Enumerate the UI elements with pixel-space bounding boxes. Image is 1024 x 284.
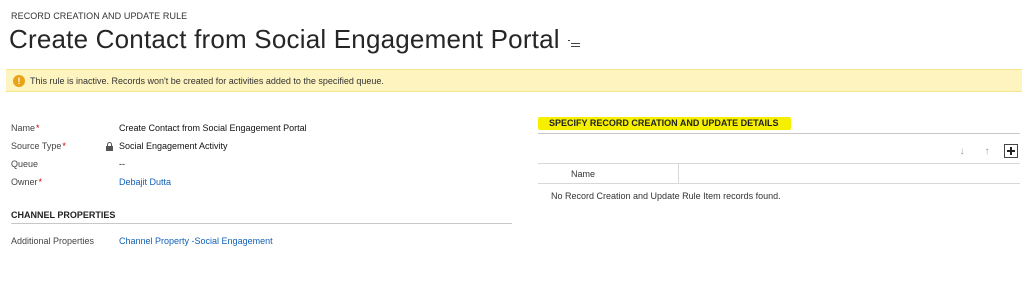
title-row: Create Contact from Social Engagement Po…: [9, 24, 580, 55]
field-owner: Owner* Debajit Dutta: [11, 177, 171, 187]
grid-column-name[interactable]: Name: [571, 169, 595, 179]
lock-icon: [106, 141, 113, 151]
record-menu-icon[interactable]: [567, 39, 580, 49]
field-label-queue: Queue: [11, 159, 39, 169]
field-additional-properties: Additional Properties Channel Property -…: [11, 236, 273, 246]
details-heading: SPECIFY RECORD CREATION AND UPDATE DETAI…: [538, 117, 791, 130]
required-marker: *: [36, 123, 40, 133]
owner-link[interactable]: Debajit Dutta: [119, 177, 171, 187]
add-record-button[interactable]: [1004, 144, 1018, 158]
details-section-header: SPECIFY RECORD CREATION AND UPDATE DETAI…: [538, 117, 1020, 134]
required-marker: *: [62, 141, 66, 151]
required-marker: *: [38, 177, 43, 187]
field-queue: Queue --: [11, 159, 125, 169]
field-label-additional-properties: Additional Properties: [11, 236, 95, 246]
name-value[interactable]: Create Contact from Social Engagement Po…: [119, 123, 307, 133]
grid-header: Name: [538, 163, 1020, 184]
additional-properties-link[interactable]: Channel Property -Social Engagement: [119, 236, 273, 246]
column-divider: [678, 164, 679, 183]
source-type-value: Social Engagement Activity: [119, 141, 228, 151]
warning-icon: !: [13, 74, 25, 87]
move-up-icon[interactable]: ↑: [982, 147, 992, 157]
move-down-icon[interactable]: ↓: [957, 147, 967, 157]
field-label-owner: Owner*: [11, 177, 43, 187]
queue-value[interactable]: --: [119, 159, 125, 169]
channel-properties-heading: CHANNEL PROPERTIES: [11, 210, 512, 224]
field-source-type: Source Type* Social Engagement Activity: [11, 141, 228, 151]
notification-bar: ! This rule is inactive. Records won't b…: [6, 69, 1022, 92]
grid-empty-message: No Record Creation and Update Rule Item …: [551, 191, 781, 201]
page-title: Create Contact from Social Engagement Po…: [9, 24, 560, 54]
field-name: Name* Create Contact from Social Engagem…: [11, 123, 307, 133]
field-label-name: Name*: [11, 123, 40, 133]
field-label-source-type: Source Type*: [11, 141, 66, 151]
notification-text: This rule is inactive. Records won't be …: [30, 75, 384, 86]
entity-type-label: RECORD CREATION AND UPDATE RULE: [11, 11, 188, 21]
